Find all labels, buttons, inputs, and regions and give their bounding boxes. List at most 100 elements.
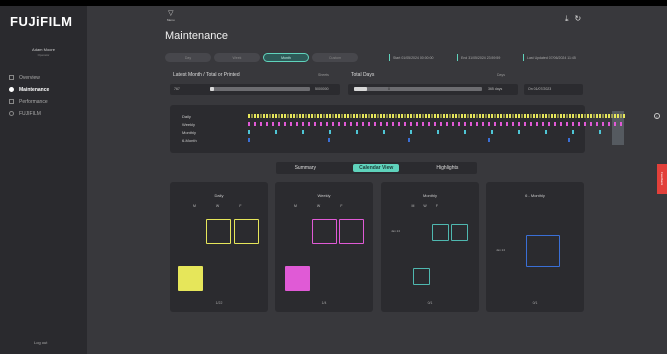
sidebar-item-fujifilm[interactable]: FUJIFILM	[9, 109, 41, 118]
timeline-mark	[530, 122, 532, 126]
timeline-mark	[272, 114, 274, 118]
timeline-mark	[422, 122, 424, 126]
wrench-icon	[9, 87, 14, 92]
card-count: 1/22	[215, 301, 223, 305]
card-count: 0/1	[427, 301, 433, 305]
timeline-mark	[296, 114, 298, 118]
tab-calendar-view[interactable]: Calendar View	[353, 164, 400, 172]
end-date: End 31/05/2024 23:59:59	[461, 55, 501, 60]
timeline-mark	[431, 114, 433, 118]
card-weekly[interactable]: Weekly MWF 1/4	[275, 182, 373, 312]
chip-week[interactable]: Week	[214, 53, 260, 62]
calendar-cell[interactable]	[526, 235, 560, 267]
feedback-tab[interactable]: Feedback	[657, 164, 667, 194]
calendar-cell[interactable]	[206, 219, 231, 244]
timeline-mark	[515, 114, 517, 118]
timeline-mark	[545, 130, 547, 134]
timeline-mark	[551, 114, 553, 118]
timeline-mark	[572, 122, 574, 126]
timeline-mark	[416, 122, 418, 126]
timeline-mark	[419, 114, 421, 118]
timeline-mark	[611, 114, 613, 118]
chip-custom[interactable]: Custom	[312, 53, 358, 62]
timeline-mark	[266, 114, 268, 118]
chip-day[interactable]: Day	[165, 53, 211, 62]
timeline-mark	[428, 122, 430, 126]
sidebar-item-label: Performance	[19, 98, 48, 105]
refresh-icon[interactable]: ↻	[575, 14, 582, 24]
calendar-cell[interactable]	[413, 268, 430, 285]
timeline-mark	[275, 130, 277, 134]
tab-highlights[interactable]: Highlights	[436, 165, 458, 171]
latest-fill	[210, 87, 214, 91]
calendar-cell[interactable]	[339, 219, 364, 244]
timeline-mark	[605, 114, 607, 118]
sidebar-item-performance[interactable]: Performance	[9, 97, 48, 106]
timeline-mark	[314, 122, 316, 126]
timeline-mark	[449, 114, 451, 118]
calendar-cell[interactable]	[234, 219, 259, 244]
timeline-mark	[371, 114, 373, 118]
timeline-mark	[320, 122, 322, 126]
user-name: Adam Moore	[32, 47, 55, 52]
timeline-mark	[281, 114, 283, 118]
date-input[interactable]: On 01/07/2023	[524, 84, 583, 95]
timeline-mark	[413, 114, 415, 118]
timeline-mark	[494, 114, 496, 118]
calendar-cell[interactable]	[432, 224, 449, 241]
timeline-mark	[401, 114, 403, 118]
timeline-mark	[359, 114, 361, 118]
days-track[interactable]	[354, 87, 482, 91]
timeline-mark	[335, 114, 337, 118]
help-icon[interactable]: i	[654, 113, 660, 119]
timeline-mark	[569, 114, 571, 118]
weekday-header: MWF	[411, 204, 439, 208]
timeline-mark	[461, 114, 463, 118]
timeline-mark	[560, 122, 562, 126]
timeline-mark	[524, 122, 526, 126]
timeline-mark	[338, 122, 340, 126]
tab-summary[interactable]: Summary	[295, 165, 316, 171]
sidebar-item-label: Maintenance	[19, 86, 50, 93]
timeline-mark	[305, 114, 307, 118]
timeline-mark	[542, 122, 544, 126]
timeline-mark	[329, 130, 331, 134]
timeline-mark	[254, 114, 256, 118]
latest-track[interactable]	[210, 87, 310, 91]
date-input-value: On 01/07/2023	[528, 87, 552, 91]
row-label-6month: 6-Month	[182, 138, 197, 143]
sidebar-item-overview[interactable]: Overview	[9, 73, 40, 82]
card-6-monthly[interactable]: 6 - Monthly Jan 24 0/1	[486, 182, 584, 312]
download-icon[interactable]: ⤓	[565, 14, 569, 24]
view-tabs: Summary Calendar View Highlights	[276, 162, 477, 174]
timeline-mark	[293, 114, 295, 118]
sidebar-item-label: Overview	[19, 74, 40, 81]
menu-button[interactable]: ▽ Menu	[167, 10, 175, 24]
card-monthly[interactable]: Monthly MWF Jan 24 0/1	[381, 182, 479, 312]
sidebar-item-maintenance[interactable]: Maintenance	[9, 85, 49, 94]
card-daily[interactable]: Daily MWF 1/22	[170, 182, 268, 312]
calendar-cell[interactable]	[451, 224, 468, 241]
calendar-cell[interactable]	[312, 219, 337, 244]
timeline-mark	[428, 114, 430, 118]
timeline-mark	[575, 114, 577, 118]
timeline-mark	[284, 114, 286, 118]
timeline-mark	[446, 114, 448, 118]
timeline-mark	[482, 122, 484, 126]
calendar-cell-filled[interactable]	[285, 266, 310, 291]
timeline-mark	[368, 122, 370, 126]
timeline-mark	[620, 122, 622, 126]
timeline-mark	[398, 114, 400, 118]
latest-range-slider[interactable]: 767 5000000	[170, 84, 340, 95]
timeline-mark	[512, 122, 514, 126]
month-label: Jan 24	[496, 248, 506, 252]
logout-link[interactable]: Log out	[34, 340, 47, 345]
timeline-mark	[410, 130, 412, 134]
chip-month[interactable]: Month	[263, 53, 309, 62]
calendar-cell-filled[interactable]	[178, 266, 203, 291]
timeline-mark	[557, 114, 559, 118]
timeline-mark	[503, 114, 505, 118]
timeline-mark	[275, 114, 277, 118]
days-range-slider[interactable]: 0 365 days	[348, 84, 518, 95]
timeline-mark	[362, 122, 364, 126]
